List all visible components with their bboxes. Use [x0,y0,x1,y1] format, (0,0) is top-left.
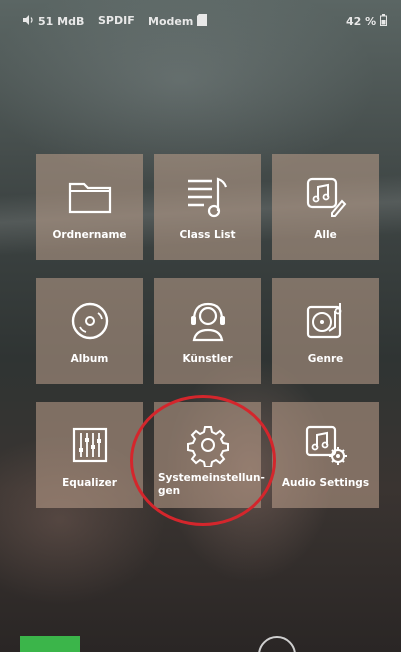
turntable-icon [298,296,354,346]
tile-alle[interactable]: Alle [272,154,379,260]
tile-label: Ordnername [52,229,127,241]
battery-indicator: 42 % [346,14,388,29]
tile-label: Genre [307,353,344,365]
disc-icon [62,296,118,346]
speaker-icon [22,14,34,29]
device-screen: 51 MdB SPDIF Modem 42 % Ordnername Class… [0,0,401,652]
bottom-bar [0,628,401,652]
tile-genre[interactable]: Genre [272,278,379,384]
mode-label: Modem [148,15,194,28]
tile-label: Class List [179,229,236,241]
tile-label: Systemeinstellun-gen [158,472,265,497]
tile-album[interactable]: Album [36,278,143,384]
bottom-green-button[interactable] [20,636,80,652]
tile-equalizer[interactable]: Equalizer [36,402,143,508]
spdif-indicator: SPDIF [98,14,135,27]
tile-systemeinstellungen[interactable]: Systemeinstellun-gen [154,402,265,508]
mode-indicator: Modem [148,14,208,29]
tile-ordnername[interactable]: Ordnername [36,154,143,260]
battery-value: 42 % [346,15,377,28]
volume-indicator: 51 MdB [22,14,84,29]
equalizer-icon [62,420,118,470]
gear-icon [180,420,236,470]
status-bar: 51 MdB SPDIF Modem 42 % [0,0,401,40]
volume-value: 51 MdB [38,15,85,28]
battery-icon [380,14,388,29]
tile-label: Album [70,353,109,365]
bottom-round-button[interactable] [258,636,296,652]
tile-label: Künstler [182,353,233,365]
tile-label: Audio Settings [281,477,370,489]
headphones-person-icon [180,296,236,346]
tile-label: Alle [314,229,337,241]
tile-audio-settings[interactable]: Audio Settings [272,402,379,508]
playlist-icon [180,172,236,222]
tile-kuenstler[interactable]: Künstler [154,278,261,384]
music-settings-icon [298,420,354,470]
tile-label: Equalizer [62,477,117,489]
spdif-label: SPDIF [98,14,135,27]
sd-card-icon [197,14,208,29]
folder-icon [62,172,118,222]
tile-class-list[interactable]: Class List [154,154,261,260]
music-edit-icon [298,172,354,222]
